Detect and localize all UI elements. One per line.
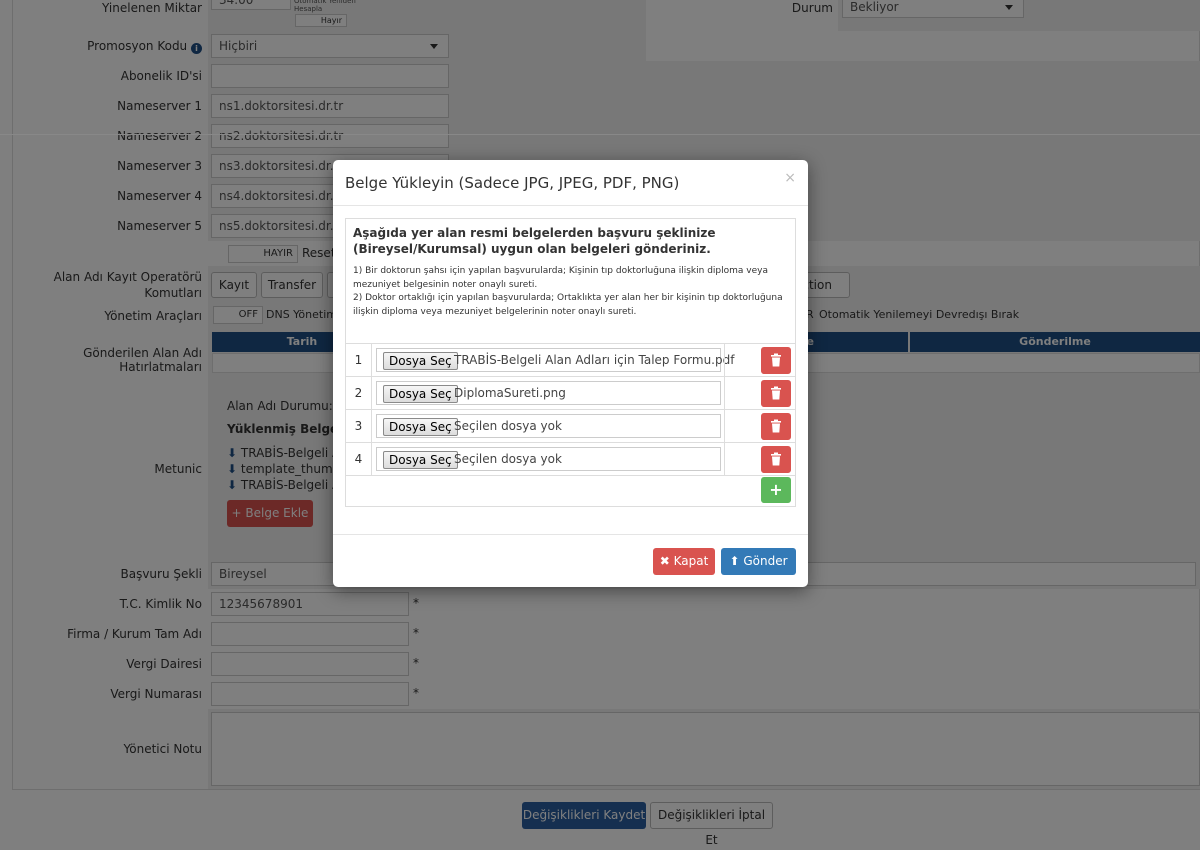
instructions-body: 1) Bir doktorun şahsı için yapılan başvu… [353, 265, 783, 319]
column-divider [724, 410, 725, 442]
modal-header-divider [333, 205, 808, 206]
trash-icon [771, 386, 781, 400]
file-row: 3 Dosya Seç Seçilen dosya yok [346, 410, 795, 443]
choose-file-button[interactable]: Dosya Seç [383, 352, 458, 370]
send-button[interactable]: ⬆ Gönder [721, 548, 796, 575]
file-row-number: 3 [346, 410, 372, 442]
instruction-item: 1) Bir doktorun şahsı için yapılan başvu… [353, 266, 768, 290]
trash-icon [771, 353, 781, 367]
choose-file-button[interactable]: Dosya Seç [383, 385, 458, 403]
file-row: 2 Dosya Seç DiplomaSureti.png [346, 377, 795, 410]
file-input[interactable]: Dosya Seç Seçilen dosya yok [376, 414, 721, 438]
column-divider [724, 344, 725, 376]
file-upload-table: 1 Dosya Seç TRABİS-Belgeli Alan Adları i… [345, 343, 796, 507]
delete-row-button[interactable] [761, 413, 791, 440]
file-name: Seçilen dosya yok [454, 452, 562, 466]
column-divider [724, 377, 725, 409]
instructions-box: Aşağıda yer alan resmi belgelerden başvu… [345, 218, 796, 344]
instructions-heading: Aşağıda yer alan resmi belgelerden başvu… [353, 226, 716, 256]
add-row-button[interactable]: + [761, 477, 791, 503]
trash-icon [771, 419, 781, 433]
close-icon[interactable]: × [784, 170, 796, 186]
file-name: Seçilen dosya yok [454, 419, 562, 433]
file-input[interactable]: Dosya Seç Seçilen dosya yok [376, 447, 721, 471]
file-row: 1 Dosya Seç TRABİS-Belgeli Alan Adları i… [346, 344, 795, 377]
delete-row-button[interactable] [761, 347, 791, 374]
delete-row-button[interactable] [761, 446, 791, 473]
upload-icon: ⬆ [729, 554, 740, 568]
modal-footer-divider [333, 534, 808, 535]
file-name: DiplomaSureti.png [454, 386, 566, 400]
file-row-number: 4 [346, 443, 372, 475]
delete-row-button[interactable] [761, 380, 791, 407]
file-row-number: 1 [346, 344, 372, 376]
plus-icon: + [769, 480, 783, 499]
divider-line [0, 134, 1200, 135]
file-input[interactable]: Dosya Seç TRABİS-Belgeli Alan Adları içi… [376, 348, 734, 372]
column-divider [724, 443, 725, 475]
close-icon: ✖ [659, 554, 670, 568]
modal-title: Belge Yükleyin (Sadece JPG, JPEG, PDF, P… [345, 174, 680, 192]
close-modal-button[interactable]: ✖ Kapat [653, 548, 715, 575]
instruction-item: 2) Doktor ortaklığı için yapılan başvuru… [353, 293, 783, 317]
file-row-number: 2 [346, 377, 372, 409]
file-name: TRABİS-Belgeli Alan Adları için Talep Fo… [454, 353, 735, 367]
choose-file-button[interactable]: Dosya Seç [383, 451, 458, 469]
file-input[interactable]: Dosya Seç DiplomaSureti.png [376, 381, 721, 405]
trash-icon [771, 452, 781, 466]
choose-file-button[interactable]: Dosya Seç [383, 418, 458, 436]
upload-document-modal: Belge Yükleyin (Sadece JPG, JPEG, PDF, P… [333, 160, 808, 587]
file-row: 4 Dosya Seç Seçilen dosya yok [346, 443, 795, 476]
